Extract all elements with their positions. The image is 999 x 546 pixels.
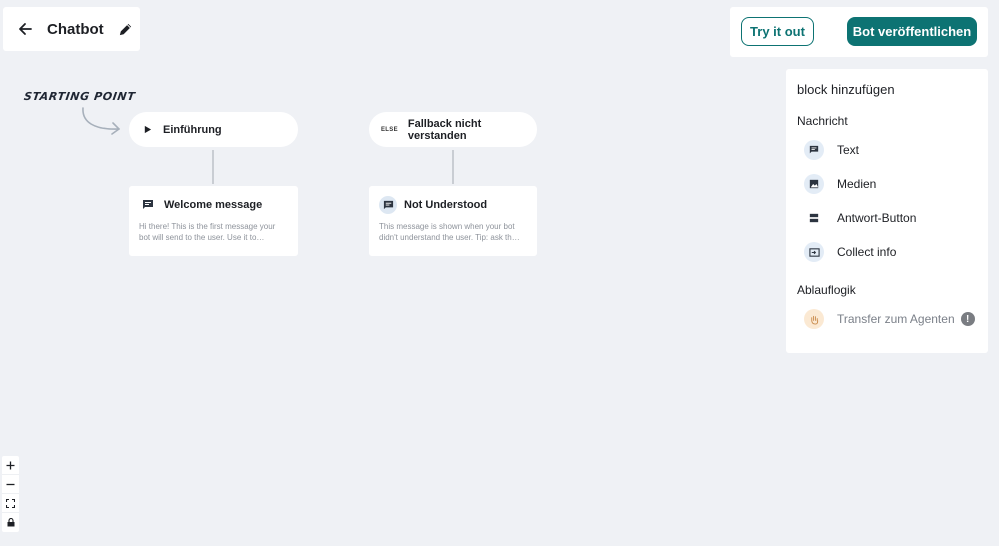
block-item-label: Antwort-Button — [837, 211, 917, 225]
canvas-controls — [2, 456, 19, 532]
fallback-trigger-label: Fallback nicht verstanden — [407, 117, 482, 142]
block-item-label: Collect info — [837, 245, 897, 259]
fallback-trigger-node[interactable]: ELSE Fallback nicht verstanden — [369, 112, 537, 147]
back-arrow-icon[interactable] — [18, 22, 32, 36]
connector-line — [452, 150, 454, 184]
try-it-out-button[interactable]: Try it out — [741, 17, 814, 46]
play-icon — [143, 125, 153, 135]
not-understood-node[interactable]: Not Understood This message is shown whe… — [369, 186, 537, 256]
zoom-in-icon[interactable] — [2, 456, 19, 475]
zoom-out-icon[interactable] — [2, 475, 19, 494]
block-item-label: Transfer zum Agenten — [837, 312, 955, 326]
lock-icon[interactable] — [2, 513, 19, 532]
else-tag: ELSE — [381, 126, 398, 133]
welcome-message-title: Welcome message — [164, 199, 263, 211]
welcome-message-node[interactable]: Welcome message Hi there! This is the fi… — [129, 186, 298, 256]
image-icon — [804, 174, 824, 194]
not-understood-preview: This message is shown when your bot didn… — [379, 222, 520, 242]
block-item-text[interactable]: Text — [797, 133, 977, 167]
not-understood-title: Not Understood — [404, 199, 488, 211]
pencil-icon[interactable] — [118, 21, 134, 37]
fit-view-icon[interactable] — [2, 494, 19, 513]
input-icon — [804, 242, 824, 262]
intro-trigger-node[interactable]: Einführung — [129, 112, 298, 147]
chat-bubble-icon — [139, 196, 157, 214]
connector-line — [212, 150, 214, 184]
block-item-media[interactable]: Medien — [797, 167, 977, 201]
header-actions: Try it out Bot veröffentlichen — [730, 7, 988, 57]
button-icon — [804, 208, 824, 228]
warning-icon[interactable]: ! — [960, 312, 975, 326]
publish-button[interactable]: Bot veröffentlichen — [847, 17, 977, 46]
intro-trigger-label: Einführung — [163, 123, 222, 136]
curved-arrow-icon — [82, 107, 120, 135]
chat-bubble-icon — [804, 140, 824, 160]
block-item-collect-info[interactable]: Collect info — [797, 235, 977, 269]
bot-name: Chatbot — [47, 20, 104, 38]
block-item-transfer-agent[interactable]: Transfer zum Agenten ! — [797, 302, 977, 336]
add-block-panel: block hinzufügen Nachricht Text Medien A… — [786, 69, 988, 353]
block-item-label: Medien — [837, 177, 877, 191]
starting-point-label: STARTING POINT — [23, 90, 137, 103]
hand-icon — [804, 309, 824, 329]
title-card: Chatbot — [3, 7, 140, 51]
section-flow-heading: Ablauflogik — [797, 283, 856, 297]
section-message-heading: Nachricht — [797, 114, 848, 128]
chat-bubble-icon — [379, 196, 397, 214]
block-item-answer-button[interactable]: Antwort-Button — [797, 201, 977, 235]
welcome-message-preview: Hi there! This is the first message your… — [139, 222, 276, 242]
block-item-label: Text — [837, 143, 860, 157]
panel-title: block hinzufügen — [797, 82, 895, 97]
